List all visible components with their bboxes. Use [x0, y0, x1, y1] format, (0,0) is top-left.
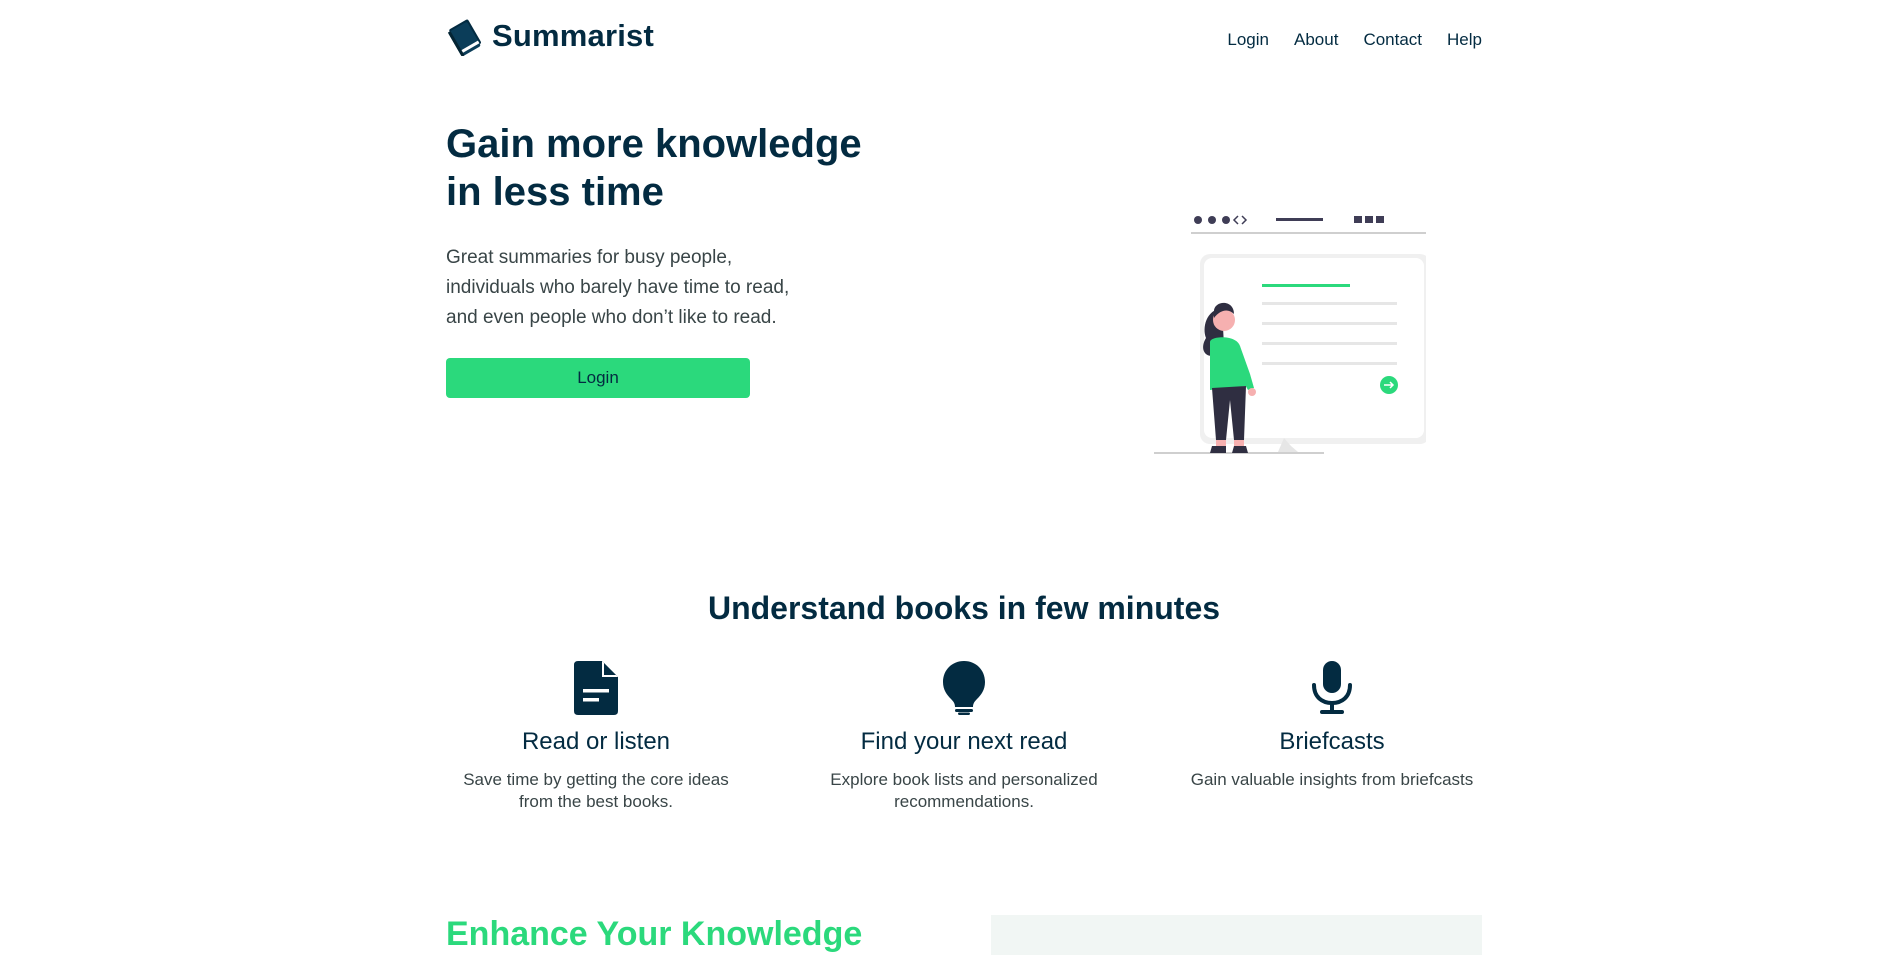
- feature-read-or-listen: Read or listen Save time by getting the …: [446, 660, 746, 813]
- document-icon: [574, 660, 618, 716]
- hero-title: Gain more knowledge in less time: [446, 122, 862, 214]
- feature-briefcasts: Briefcasts Gain valuable insights from b…: [1182, 660, 1482, 813]
- top-nav: Summarist Login About Contact Help: [446, 0, 1482, 80]
- nav-login-link[interactable]: Login: [1227, 30, 1269, 50]
- nav-about-link[interactable]: About: [1294, 30, 1338, 50]
- feature-description: Explore book lists and personalized reco…: [830, 770, 1098, 811]
- feature-description: Gain valuable insights from briefcasts: [1190, 770, 1474, 789]
- enhance-title: Enhance Your Knowledge: [446, 915, 863, 953]
- features-list: Read or listen Save time by getting the …: [446, 660, 1482, 813]
- hero-section: Gain more knowledge in less time Great s…: [446, 80, 1482, 540]
- hero-login-button[interactable]: Login: [446, 358, 750, 398]
- hero-illustration: [1154, 215, 1426, 454]
- feature-find-next-read: Find your next read Explore book lists a…: [814, 660, 1114, 813]
- logo[interactable]: Summarist: [446, 16, 654, 56]
- enhance-panel: [991, 915, 1482, 955]
- feature-title: Find your next read: [860, 728, 1068, 755]
- page: Summarist Login About Contact Help Gain …: [446, 0, 1482, 955]
- nav-help-link[interactable]: Help: [1447, 30, 1482, 50]
- microphone-icon: [1311, 660, 1353, 716]
- hero-subtitle: Great summaries for busy people, individ…: [446, 247, 790, 328]
- features-title: Understand books in few minutes: [707, 590, 1221, 626]
- lightbulb-icon: [943, 660, 985, 716]
- feature-description: Save time by getting the core ideas from…: [463, 770, 729, 811]
- feature-title: Read or listen: [521, 728, 671, 755]
- book-icon: [447, 19, 481, 56]
- feature-title: Briefcasts: [1279, 728, 1385, 755]
- nav-links: Login About Contact Help: [1227, 30, 1482, 50]
- nav-contact-link[interactable]: Contact: [1363, 30, 1422, 50]
- brand-name: Summarist: [492, 18, 655, 53]
